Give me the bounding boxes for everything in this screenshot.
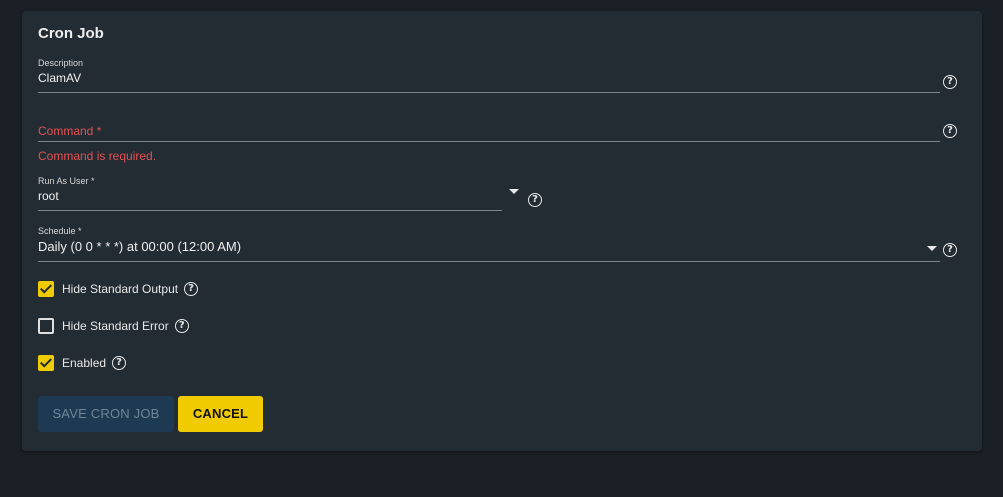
run-as-user-field[interactable]: Run As User * root (38, 176, 95, 203)
description-input[interactable]: ClamAV (38, 71, 83, 85)
run-as-user-label: Run As User * (38, 176, 95, 186)
enabled-checkbox[interactable] (38, 355, 54, 371)
hide-stdout-help-icon[interactable]: ? (184, 282, 199, 296)
schedule-help-icon[interactable]: ? (943, 243, 957, 257)
run-as-user-dropdown-caret-icon[interactable] (509, 189, 519, 194)
command-help-icon[interactable]: ? (943, 124, 957, 138)
hide-stdout-checkbox[interactable] (38, 281, 54, 297)
run-as-user-underline (38, 210, 502, 211)
enabled-label[interactable]: Enabled (62, 356, 106, 370)
hide-stderr-label[interactable]: Hide Standard Error (62, 319, 169, 333)
hide-stderr-help-icon[interactable]: ? (174, 319, 189, 333)
hide-stdout-row[interactable]: Hide Standard Output ? (38, 281, 199, 297)
schedule-dropdown-caret-icon[interactable] (927, 246, 937, 251)
save-cron-job-button[interactable]: SAVE CRON JOB (38, 396, 174, 432)
enabled-help-icon[interactable]: ? (112, 356, 127, 370)
description-label: Description (38, 58, 84, 68)
schedule-select[interactable]: Daily (0 0 * * *) at 00:00 (12:00 AM) (38, 239, 241, 254)
hide-stderr-checkbox[interactable] (38, 318, 54, 334)
run-as-user-help-icon[interactable]: ? (528, 193, 542, 207)
command-label[interactable]: Command * (38, 124, 101, 138)
schedule-field[interactable]: Schedule * Daily (0 0 * * *) at 00:00 (1… (38, 226, 241, 254)
cancel-button[interactable]: CANCEL (178, 396, 263, 432)
form-title: Cron Job (38, 25, 104, 42)
cron-job-card: Cron Job Description ClamAV ? Command * … (22, 11, 982, 451)
schedule-label: Schedule * (38, 226, 82, 236)
run-as-user-select[interactable]: root (38, 189, 95, 203)
description-field[interactable]: Description ClamAV (38, 58, 83, 85)
command-underline (38, 141, 940, 142)
enabled-row[interactable]: Enabled ? (38, 355, 127, 371)
hide-stderr-row[interactable]: Hide Standard Error ? (38, 318, 189, 334)
hide-stdout-label[interactable]: Hide Standard Output (62, 282, 178, 296)
description-help-icon[interactable]: ? (943, 75, 957, 89)
command-error-message: Command is required. (38, 149, 157, 163)
description-underline (38, 92, 940, 93)
schedule-underline (38, 261, 940, 262)
